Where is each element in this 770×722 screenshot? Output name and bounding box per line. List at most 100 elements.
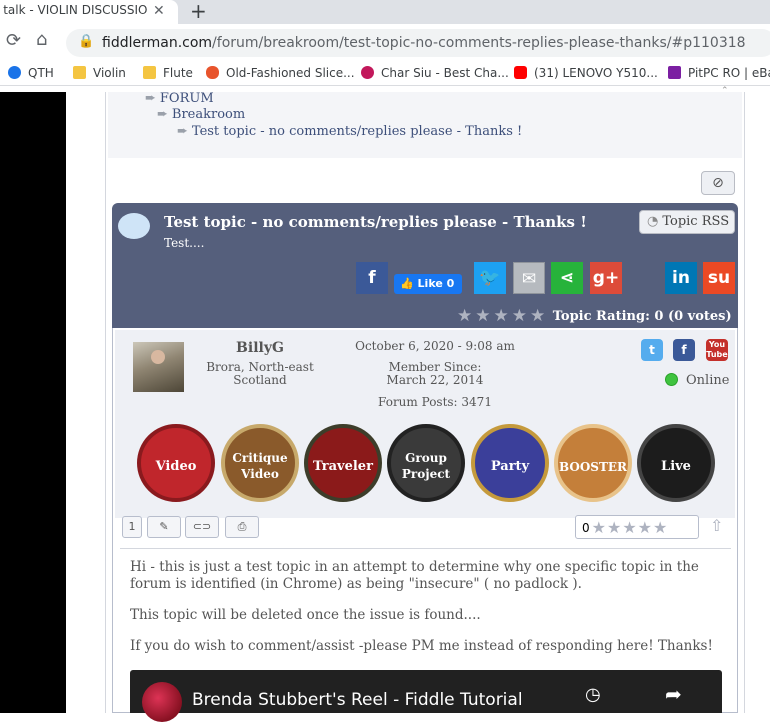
channel-avatar[interactable] (142, 682, 182, 722)
topic-header: Test topic - no comments/replies please … (112, 203, 738, 328)
facebook-icon: f (368, 268, 376, 288)
badge-party: Party (471, 424, 549, 502)
topic-rating-label: Topic Rating: 0 (0 votes) (552, 309, 732, 324)
bookmark-ebay[interactable]: PitPC RO | eBay (668, 66, 770, 80)
site-icon (206, 66, 219, 79)
topic-title: Test topic - no comments/replies please … (164, 213, 587, 231)
bookmark-youtube[interactable]: (31) LENOVO Y510... (514, 66, 658, 80)
bookmark-label: (31) LENOVO Y510... (534, 66, 658, 80)
bookmark-label: Old-Fashioned Slice... (226, 66, 355, 80)
post-rating-value: 0 (582, 521, 590, 535)
breadcrumb-breakroom-label: Breakroom (171, 107, 246, 122)
badge-group-project: Group Project (387, 424, 465, 502)
post-author[interactable]: BillyG (230, 340, 290, 356)
twitter-icon: 🐦 (479, 268, 501, 288)
post-paragraph: Hi - this is just a test topic in an att… (130, 559, 699, 592)
arrow-icon: ➨ (177, 124, 188, 139)
facebook-profile-icon[interactable]: f (673, 339, 695, 361)
linkedin-share-button[interactable]: in (665, 262, 697, 294)
sharethis-share-button[interactable]: ⋖ (551, 262, 583, 294)
watch-later-icon[interactable]: ◷ (585, 684, 601, 705)
scroll-top-icon[interactable]: ⇧ (710, 516, 723, 535)
qth-icon (8, 66, 21, 79)
forum-posts: Forum Posts: 3471 (378, 395, 492, 409)
post-paragraph: This topic will be deleted once the issu… (130, 607, 481, 623)
post-author-panel: BillyG Brora, North-east Scotland Octobe… (115, 330, 735, 518)
badge-video-label: Video (155, 459, 197, 474)
arrow-icon: ➨ (145, 91, 156, 106)
badge-critique-video: Critique Video (221, 424, 299, 502)
url-text[interactable]: fiddlerman.com/forum/breakroom/test-topi… (102, 35, 746, 51)
unsubscribe-button[interactable]: ⊘ (701, 171, 735, 195)
bookmark-qth[interactable]: QTH (8, 66, 54, 80)
tab-title: e talk - VIOLIN DISCUSSION (0, 3, 148, 17)
online-status: Online (665, 373, 729, 388)
twitter-share-button[interactable]: 🐦 (474, 262, 506, 294)
bookmark-label: PitPC RO | eBay (688, 66, 770, 80)
rss-icon: ◔ (647, 214, 659, 229)
site-icon (361, 66, 374, 79)
member-since: Member Since: March 22, 2014 (386, 360, 484, 387)
post-rating[interactable]: 0 ★★★★★ (575, 515, 699, 539)
badge-live-label: Live (661, 459, 691, 474)
post-paragraph: If you do wish to comment/assist -please… (130, 638, 713, 654)
email-share-button[interactable]: ✉ (513, 262, 545, 294)
avatar[interactable] (133, 342, 184, 392)
print-post-button[interactable]: ⎙ (225, 516, 259, 538)
printer-icon: ⎙ (237, 520, 247, 533)
topic-rss-button[interactable]: ◔ Topic RSS (639, 210, 735, 234)
bookmark-label: Violin (93, 66, 126, 80)
no-entry-icon: ⊘ (712, 175, 724, 191)
bookmark-violin[interactable]: Violin (73, 66, 126, 80)
pencil-icon: ✎ (159, 520, 169, 533)
badge-live: Live (637, 424, 715, 502)
youtube-icon (514, 66, 527, 79)
post-rating-stars-icon[interactable]: ★★★★★ (592, 518, 669, 537)
badge-traveler-label: Traveler (313, 459, 373, 474)
url-path: /forum/breakroom/test-topic-no-comments-… (212, 35, 746, 51)
bookmark-label: Char Siu - Best Cha... (381, 66, 509, 80)
topic-rating: ★★★★★ Topic Rating: 0 (0 votes) (457, 306, 732, 326)
badge-party-label: Party (490, 459, 530, 474)
topic-rss-label: Topic RSS (662, 214, 730, 229)
bookmark-slice[interactable]: Old-Fashioned Slice... (206, 66, 355, 80)
badge-booster: BOOSTER (554, 424, 632, 502)
facebook-like-button[interactable]: 👍 Like 0 (394, 274, 462, 294)
breadcrumb-breakroom[interactable]: ➨ Breakroom (157, 107, 245, 122)
breadcrumb-topic[interactable]: ➨ Test topic - no comments/replies please… (177, 124, 522, 139)
browser-tab[interactable]: e talk - VIOLIN DISCUSSION ✕ (0, 0, 178, 24)
reload-icon[interactable]: ⟳ (6, 30, 21, 51)
online-dot-icon (665, 373, 678, 386)
home-icon[interactable]: ⌂ (36, 29, 47, 50)
breadcrumb-topic-label: Test topic - no comments/replies please … (191, 124, 523, 139)
breadcrumb-forum[interactable]: ➨ FORUM (145, 91, 214, 106)
linkedin-icon: in (672, 268, 690, 288)
online-status-label: Online (686, 373, 730, 388)
rating-stars-icon[interactable]: ★★★★★ (457, 306, 548, 326)
link-icon: ⊂⊃ (192, 520, 212, 533)
new-tab-button[interactable]: + (190, 0, 207, 23)
lock-icon[interactable]: 🔒 (78, 34, 94, 49)
post-number[interactable]: 1 (122, 516, 142, 538)
badge-group-project-label: Group Project (401, 451, 451, 481)
embedded-video[interactable]: Brenda Stubbert's Reel - Fiddle Tutorial… (130, 670, 722, 722)
bookmark-char-siu[interactable]: Char Siu - Best Cha... (361, 66, 509, 80)
speech-bubble-icon (118, 213, 150, 239)
stumbleupon-share-button[interactable]: su (703, 262, 735, 294)
bookmark-flute[interactable]: Flute (143, 66, 193, 80)
youtube-profile-icon[interactable]: You Tube (706, 339, 728, 361)
twitter-profile-icon[interactable]: t (641, 339, 663, 361)
stumbleupon-icon: su (707, 268, 731, 288)
video-title[interactable]: Brenda Stubbert's Reel - Fiddle Tutorial (192, 690, 523, 710)
author-location: Brora, North-east Scotland (206, 360, 314, 387)
badge-critique-video-label: Critique Video (232, 451, 288, 481)
bookmark-label: Flute (163, 66, 193, 80)
address-bar[interactable]: 🔒 fiddlerman.com/forum/breakroom/test-to… (66, 29, 770, 57)
email-icon: ✉ (521, 269, 537, 289)
tab-close-icon[interactable]: ✕ (153, 3, 165, 19)
edit-post-button[interactable]: ✎ (147, 516, 181, 538)
link-post-button[interactable]: ⊂⊃ (185, 516, 219, 538)
facebook-share-button[interactable]: f (356, 262, 388, 294)
googleplus-share-button[interactable]: g+ (590, 262, 622, 294)
video-share-icon[interactable]: ➦ (665, 682, 682, 706)
